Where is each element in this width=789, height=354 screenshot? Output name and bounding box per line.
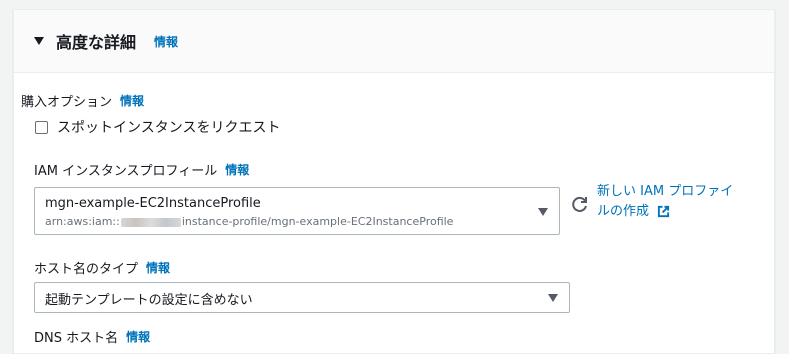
purchase-option-label-row: 購入オプション 情報 — [21, 91, 144, 110]
hostname-type-label-row: ホスト名のタイプ 情報 — [34, 258, 170, 277]
dns-hostname-label: DNS ホスト名 — [34, 331, 119, 346]
external-link-icon[interactable] — [657, 205, 670, 218]
create-link-line2-row[interactable]: ルの作成 — [597, 202, 757, 222]
iam-profile-label: IAM インスタンスプロフィール — [34, 164, 218, 179]
iam-profile-select[interactable]: mgn-example-EC2InstanceProfile arn:aws:i… — [34, 187, 560, 235]
spot-instance-checkbox-row[interactable]: スポットインスタンスをリクエスト — [35, 117, 280, 137]
hostname-type-selected-value: 起動テンプレートの設定に含めない — [45, 293, 253, 308]
iam-profile-arn: arn:aws:iam:: instance-profile/mgn-exampl… — [45, 215, 453, 228]
purchase-option-label: 購入オプション — [21, 95, 113, 110]
arn-suffix: instance-profile/mgn-example-EC2Instance… — [181, 215, 454, 228]
iam-profile-selected-value: mgn-example-EC2InstanceProfile — [45, 196, 261, 211]
dns-hostname-label-row: DNS ホスト名 情報 — [34, 327, 150, 346]
section-title: 高度な詳細 — [56, 33, 137, 52]
iam-profile-info-link[interactable]: 情報 — [225, 161, 249, 178]
hostname-type-label: ホスト名のタイプ — [34, 262, 139, 277]
create-iam-profile-link[interactable]: 新しい IAM プロファイ ルの作成 — [597, 182, 757, 222]
hostname-type-info-link[interactable]: 情報 — [146, 259, 170, 276]
arn-prefix: arn:aws:iam:: — [45, 215, 120, 228]
iam-profile-label-row: IAM インスタンスプロフィール 情報 — [34, 160, 249, 179]
dns-hostname-info-link[interactable]: 情報 — [126, 328, 150, 345]
redacted-account-id — [120, 217, 181, 227]
create-link-line1[interactable]: 新しい IAM プロファイ — [597, 182, 757, 202]
iam-profile-caret-down-icon — [538, 208, 548, 216]
hostname-type-select[interactable]: 起動テンプレートの設定に含めない — [34, 282, 570, 313]
refresh-icon[interactable] — [570, 194, 590, 214]
spot-instance-checkbox[interactable] — [35, 120, 48, 134]
create-link-line2[interactable]: ルの作成 — [597, 204, 649, 219]
hostname-type-caret-down-icon — [548, 294, 558, 302]
expand-caret-icon[interactable] — [34, 37, 44, 45]
advanced-details-header[interactable]: 高度な詳細 情報 — [14, 10, 774, 73]
section-info-link[interactable]: 情報 — [154, 33, 178, 50]
purchase-option-info-link[interactable]: 情報 — [120, 92, 144, 109]
spot-instance-checkbox-label[interactable]: スポットインスタンスをリクエスト — [57, 117, 280, 137]
